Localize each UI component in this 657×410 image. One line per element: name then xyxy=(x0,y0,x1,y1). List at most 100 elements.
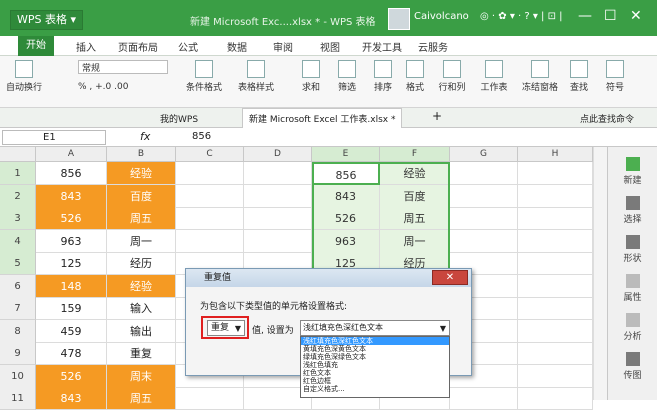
table-cell[interactable]: 经验 xyxy=(107,274,176,298)
sidebar-upload[interactable]: 传图 xyxy=(608,352,657,381)
tab-cloud[interactable]: 云服务 xyxy=(418,39,448,54)
format-option[interactable]: 自定义格式... xyxy=(301,385,449,393)
sidebar-new[interactable]: 新建 xyxy=(608,157,657,186)
tab-page-layout[interactable]: 页面布局 xyxy=(118,39,158,54)
sidebar-select[interactable]: 选择 xyxy=(608,196,657,225)
table-cell[interactable] xyxy=(518,297,593,320)
table-cell[interactable]: 周末 xyxy=(107,364,176,388)
table-cell[interactable]: 963 xyxy=(312,229,380,253)
table-cell[interactable] xyxy=(176,207,244,230)
row-col-button[interactable]: 行和列 xyxy=(432,60,472,93)
tab-data[interactable]: 数据 xyxy=(227,39,247,54)
table-cell[interactable] xyxy=(518,229,593,253)
table-cell[interactable] xyxy=(518,207,593,230)
percent-format-buttons[interactable]: % , +.0 .00 xyxy=(78,82,168,92)
table-cell[interactable]: 856 xyxy=(312,162,380,185)
row-header[interactable]: 5 xyxy=(0,252,36,275)
column-header-e[interactable]: E xyxy=(312,147,380,162)
column-header-f[interactable]: F xyxy=(380,147,450,162)
column-header-d[interactable]: D xyxy=(244,147,312,162)
tab-review[interactable]: 审阅 xyxy=(273,39,293,54)
format-option[interactable]: 红色边框 xyxy=(301,377,449,385)
sort-button[interactable]: 排序 xyxy=(366,60,400,93)
number-format-select[interactable]: 常规 xyxy=(78,60,168,74)
tab-mywps[interactable]: 我的WPS xyxy=(160,112,198,125)
table-cell[interactable] xyxy=(518,162,593,185)
sum-button[interactable]: 求和 xyxy=(294,60,328,93)
format-option[interactable]: 浅红填充色深红色文本 xyxy=(301,337,449,345)
row-header[interactable]: 11 xyxy=(0,387,36,410)
column-header-c[interactable]: C xyxy=(176,147,244,162)
maximize-button[interactable]: ☐ xyxy=(604,8,617,24)
fx-icon[interactable]: fx xyxy=(140,130,150,143)
table-cell[interactable] xyxy=(450,207,518,230)
format-option[interactable]: 黄填充色深黄色文本 xyxy=(301,345,449,353)
table-cell[interactable]: 843 xyxy=(312,184,380,208)
column-header-a[interactable]: A xyxy=(36,147,107,162)
table-cell[interactable]: 459 xyxy=(36,319,107,343)
table-cell[interactable]: 843 xyxy=(36,387,107,410)
sidebar-shape[interactable]: 形状 xyxy=(608,235,657,264)
row-header[interactable]: 1 xyxy=(0,162,36,185)
table-cell[interactable]: 输出 xyxy=(107,319,176,343)
column-header-h[interactable]: H xyxy=(518,147,593,162)
tab-insert[interactable]: 插入 xyxy=(76,39,96,54)
table-cell[interactable] xyxy=(518,274,593,298)
column-header-g[interactable]: G xyxy=(450,147,518,162)
table-cell[interactable] xyxy=(518,184,593,208)
name-box[interactable]: E1 xyxy=(2,130,106,145)
freeze-panes-button[interactable]: 冻结窗格 xyxy=(518,60,562,93)
conditional-format-button[interactable]: 条件格式 xyxy=(180,60,228,93)
table-cell[interactable]: 125 xyxy=(36,252,107,275)
table-cell[interactable] xyxy=(244,162,312,185)
table-cell[interactable]: 148 xyxy=(36,274,107,298)
tab-formula[interactable]: 公式 xyxy=(178,39,198,54)
table-cell[interactable]: 526 xyxy=(36,364,107,388)
row-header[interactable]: 7 xyxy=(0,297,36,320)
table-cell[interactable] xyxy=(176,162,244,185)
table-cell[interactable] xyxy=(244,229,312,253)
row-header[interactable]: 9 xyxy=(0,342,36,365)
table-cell[interactable]: 周五 xyxy=(107,207,176,230)
table-cell[interactable] xyxy=(518,387,593,410)
filter-button[interactable]: 筛选 xyxy=(330,60,364,93)
table-cell[interactable]: 经验 xyxy=(107,162,176,185)
table-cell[interactable]: 周五 xyxy=(380,207,450,230)
row-header[interactable]: 2 xyxy=(0,184,36,208)
table-cell[interactable]: 526 xyxy=(36,207,107,230)
format-button[interactable]: 格式 xyxy=(400,60,430,93)
table-cell[interactable] xyxy=(450,387,518,410)
table-cell[interactable]: 输入 xyxy=(107,297,176,320)
format-option[interactable]: 红色文本 xyxy=(301,369,449,377)
table-cell[interactable] xyxy=(518,319,593,343)
user-name[interactable]: Caivolcano xyxy=(414,11,469,22)
title-toolbar-icons[interactable]: ◎ · ✿ ▾ · ? ▾ | ⊡ | xyxy=(480,11,563,22)
format-option[interactable]: 浅红色填充 xyxy=(301,361,449,369)
formula-input[interactable]: 856 xyxy=(192,131,211,142)
table-cell[interactable]: 856 xyxy=(36,162,107,185)
command-search[interactable]: 点此查找命令 xyxy=(580,112,634,125)
table-cell[interactable]: 526 xyxy=(312,207,380,230)
table-cell[interactable] xyxy=(244,184,312,208)
row-header[interactable]: 3 xyxy=(0,207,36,230)
avatar[interactable] xyxy=(388,8,410,30)
table-cell[interactable]: 百度 xyxy=(107,184,176,208)
close-button[interactable]: ✕ xyxy=(630,8,642,24)
table-cell[interactable] xyxy=(518,342,593,365)
symbol-button[interactable]: 符号 xyxy=(598,60,632,93)
row-header[interactable]: 6 xyxy=(0,274,36,298)
vertical-scrollbar[interactable] xyxy=(593,147,607,400)
table-cell[interactable] xyxy=(176,387,244,410)
format-options-list[interactable]: 浅红填充色深红色文本 黄填充色深黄色文本 绿填充色深绿色文本 浅红色填充 红色文本 红色边… xyxy=(300,336,450,398)
table-cell[interactable]: 周五 xyxy=(107,387,176,410)
select-all-corner[interactable] xyxy=(0,147,36,162)
table-cell[interactable] xyxy=(244,207,312,230)
find-button[interactable]: 查找 xyxy=(564,60,594,93)
table-cell[interactable]: 963 xyxy=(36,229,107,253)
table-cell[interactable]: 重复 xyxy=(107,342,176,365)
format-select[interactable]: 浅红填充色深红色文本 ▼ xyxy=(300,320,450,336)
table-cell[interactable]: 经历 xyxy=(107,252,176,275)
row-header[interactable]: 10 xyxy=(0,364,36,388)
sidebar-analysis[interactable]: 分析 xyxy=(608,313,657,342)
table-cell[interactable]: 周一 xyxy=(380,229,450,253)
